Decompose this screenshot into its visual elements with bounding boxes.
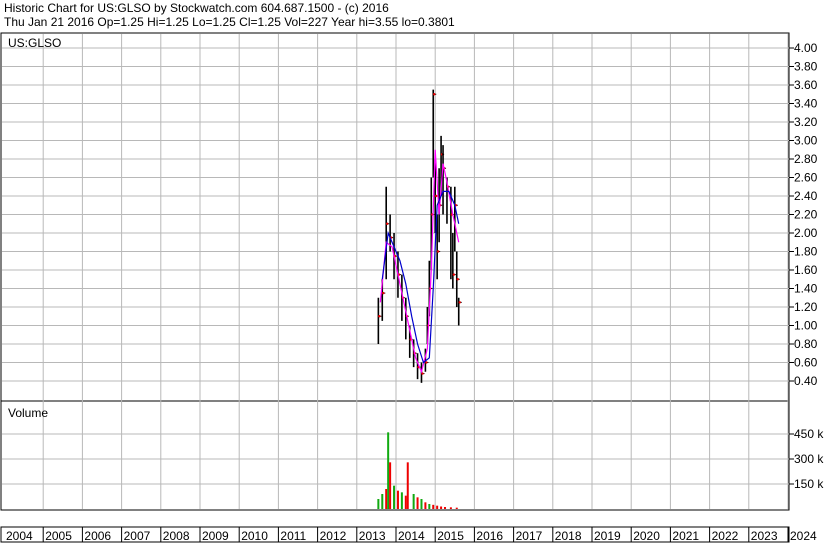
moving-average-short-line (379, 149, 460, 374)
year-tick-label: 2004 (6, 529, 33, 543)
volume-tick-label: 450 k (794, 427, 824, 441)
volume-bar (420, 499, 423, 509)
year-tick-label: 2010 (241, 529, 268, 543)
volume-bar (389, 462, 392, 509)
year-tick-label: 2009 (202, 529, 229, 543)
year-tick-label: 2018 (555, 529, 582, 543)
price-marker (456, 278, 459, 281)
price-marker (382, 291, 385, 295)
year-tick-label: 2024 (790, 529, 817, 543)
price-tick-label: 2.60 (794, 171, 818, 185)
price-tick-label: 3.80 (794, 60, 818, 74)
price-tick-label: 1.20 (794, 300, 818, 314)
price-tick-label: 1.60 (794, 263, 818, 277)
year-tick-label: 2020 (633, 529, 660, 543)
volume-panel-title: Volume (8, 406, 48, 420)
price-marker (425, 361, 428, 364)
year-tick-label: 2021 (672, 529, 699, 543)
price-tick-label: 2.00 (794, 226, 818, 240)
price-tick-label: 1.00 (794, 319, 818, 333)
price-tick-label: 3.20 (794, 115, 818, 129)
volume-bar (381, 494, 384, 509)
price-tick-label: 3.60 (794, 78, 818, 92)
price-tick-label: 2.20 (794, 208, 818, 222)
price-marker (435, 194, 438, 198)
price-marker (452, 273, 456, 276)
volume-bar (416, 497, 419, 509)
price-tick-label: 0.60 (794, 356, 818, 370)
volume-bar (396, 490, 399, 509)
year-tick-label: 2023 (751, 529, 778, 543)
year-tick-label: 2008 (163, 529, 190, 543)
volume-tick-label: 300 k (794, 452, 824, 466)
volume-bar (400, 492, 403, 509)
volume-bar (412, 494, 415, 509)
price-marker (386, 222, 389, 225)
volume-bar (444, 507, 446, 509)
price-tick-label: 3.40 (794, 97, 818, 111)
volume-bar (387, 432, 390, 509)
price-marker (433, 93, 436, 96)
year-tick-label: 2017 (516, 529, 543, 543)
price-tick-label: 4.00 (794, 41, 818, 55)
price-tick-label: 0.80 (794, 337, 818, 351)
year-tick-label: 2022 (712, 529, 739, 543)
volume-bar (449, 507, 452, 509)
year-tick-label: 2014 (398, 529, 425, 543)
volume-bar (406, 462, 409, 509)
volume-bar (436, 505, 439, 509)
volume-bar (404, 495, 407, 509)
price-tick-label: 2.40 (794, 189, 818, 203)
year-tick-label: 2005 (45, 529, 72, 543)
volume-bar (385, 489, 388, 509)
year-tick-label: 2019 (594, 529, 621, 543)
historic-chart: 2004 2005 2006 2007 2008 2009 2010 2011 2012 2013… (0, 32, 824, 543)
volume-bar (428, 504, 431, 509)
year-tick-label: 2012 (320, 529, 347, 543)
volume-bar (440, 506, 443, 509)
year-tick-label: 2006 (84, 529, 111, 543)
price-tick-label: 3.00 (794, 134, 818, 148)
volume-bar (424, 502, 427, 509)
volume-bar (377, 499, 380, 509)
volume-tick-label: 150 k (794, 477, 824, 491)
price-tick-label: 1.80 (794, 245, 818, 259)
price-marker (378, 315, 381, 318)
symbol-label: US:GLSO (8, 36, 61, 50)
year-tick-label: 2013 (359, 529, 386, 543)
year-tick-label: 2011 (280, 529, 306, 543)
volume-bar (455, 507, 458, 509)
price-tick-label: 2.80 (794, 152, 818, 166)
price-tick-label: 1.40 (794, 282, 818, 296)
price-tick-label: 0.40 (794, 374, 818, 388)
year-tick-label: 2016 (476, 529, 503, 543)
price-marker (458, 301, 461, 304)
year-tick-label: 2015 (437, 529, 464, 543)
year-tick-label: 2007 (124, 529, 151, 543)
volume-bar (393, 485, 396, 509)
price-marker (436, 250, 440, 253)
volume-bar (432, 504, 435, 509)
